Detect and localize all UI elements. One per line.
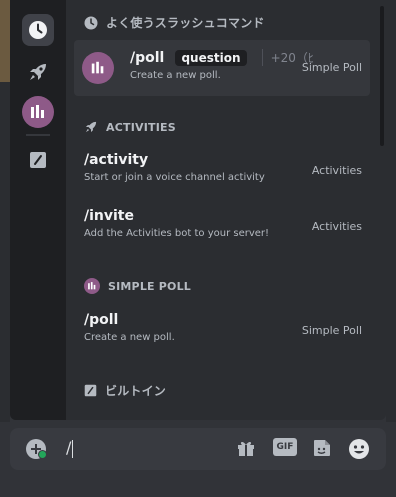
background-strip-left bbox=[0, 82, 10, 422]
rail-separator bbox=[26, 134, 50, 136]
command-item-poll[interactable]: /poll Create a new poll. Simple Poll bbox=[74, 310, 370, 354]
command-name: /poll bbox=[130, 50, 165, 66]
add-attachment-button[interactable] bbox=[26, 439, 47, 459]
section-title: ACTIVITIES bbox=[106, 120, 176, 134]
text-caret bbox=[72, 439, 74, 458]
command-name: /poll bbox=[84, 312, 119, 328]
command-param: question bbox=[175, 49, 247, 66]
command-source: Simple Poll bbox=[301, 324, 362, 337]
slash-command-picker: よく使うスラッシュコマンド /poll question +20（ﾋ Creat… bbox=[10, 0, 386, 420]
section-title: SIMPLE POLL bbox=[108, 279, 192, 293]
command-item-invite[interactable]: /invite Add the Activities bot to your s… bbox=[74, 206, 370, 250]
clock-icon bbox=[29, 21, 47, 39]
gif-icon: GIF bbox=[273, 438, 297, 456]
rail-activities[interactable] bbox=[22, 56, 54, 88]
command-item-poll-frequent[interactable]: /poll question +20（ﾋ Create a new poll. … bbox=[74, 40, 370, 96]
message-input[interactable]: / bbox=[66, 438, 74, 458]
category-rail bbox=[10, 0, 66, 420]
command-description: Create a new poll. bbox=[130, 70, 221, 81]
sticker-icon bbox=[314, 440, 330, 456]
poll-bot-icon bbox=[91, 61, 104, 74]
section-header-built-in: ビルトイン bbox=[84, 382, 166, 399]
command-description: Start or join a voice channel activity bbox=[84, 172, 265, 183]
command-item-activity[interactable]: /activity Start or join a voice channel … bbox=[74, 150, 370, 194]
command-source: Activities bbox=[311, 220, 362, 233]
command-source: Activities bbox=[311, 164, 362, 177]
rocket-icon bbox=[30, 64, 46, 80]
section-header-frequent: よく使うスラッシュコマンド bbox=[84, 14, 265, 31]
background-image bbox=[0, 0, 10, 82]
status-dot-icon bbox=[38, 450, 47, 459]
section-header-activities: ACTIVITIES bbox=[84, 120, 176, 134]
sticker-button[interactable] bbox=[312, 438, 332, 458]
poll-bot-icon bbox=[31, 105, 44, 118]
gift-button[interactable] bbox=[236, 438, 256, 458]
rail-frequent[interactable] bbox=[22, 14, 54, 46]
rail-built-in[interactable] bbox=[22, 144, 54, 176]
gift-icon bbox=[238, 441, 254, 456]
section-title: よく使うスラッシュコマンド bbox=[106, 16, 265, 30]
poll-bot-icon bbox=[84, 278, 100, 294]
message-input-value: / bbox=[66, 438, 72, 457]
section-title: ビルトイン bbox=[105, 384, 167, 398]
slash-command-icon bbox=[84, 384, 97, 397]
rocket-icon bbox=[85, 121, 97, 133]
emoji-button[interactable] bbox=[348, 438, 370, 460]
command-name: /activity bbox=[84, 152, 149, 168]
emoji-icon bbox=[349, 439, 369, 459]
poll-bot-avatar bbox=[82, 52, 114, 84]
slash-command-icon bbox=[30, 152, 46, 168]
scrollbar-thumb[interactable] bbox=[380, 6, 384, 146]
section-header-simple-poll: SIMPLE POLL bbox=[84, 278, 191, 294]
command-name: /invite bbox=[84, 208, 134, 224]
gif-button[interactable]: GIF bbox=[273, 438, 297, 456]
message-composer: / GIF bbox=[10, 428, 386, 470]
command-description: Add the Activities bot to your server! bbox=[84, 228, 270, 239]
command-description: Create a new poll. bbox=[84, 332, 175, 343]
clock-icon bbox=[84, 16, 98, 29]
background-strip-right bbox=[386, 0, 396, 422]
command-list: よく使うスラッシュコマンド /poll question +20（ﾋ Creat… bbox=[66, 0, 376, 420]
command-source: Simple Poll bbox=[301, 61, 362, 74]
rail-simple-poll[interactable] bbox=[22, 96, 54, 128]
